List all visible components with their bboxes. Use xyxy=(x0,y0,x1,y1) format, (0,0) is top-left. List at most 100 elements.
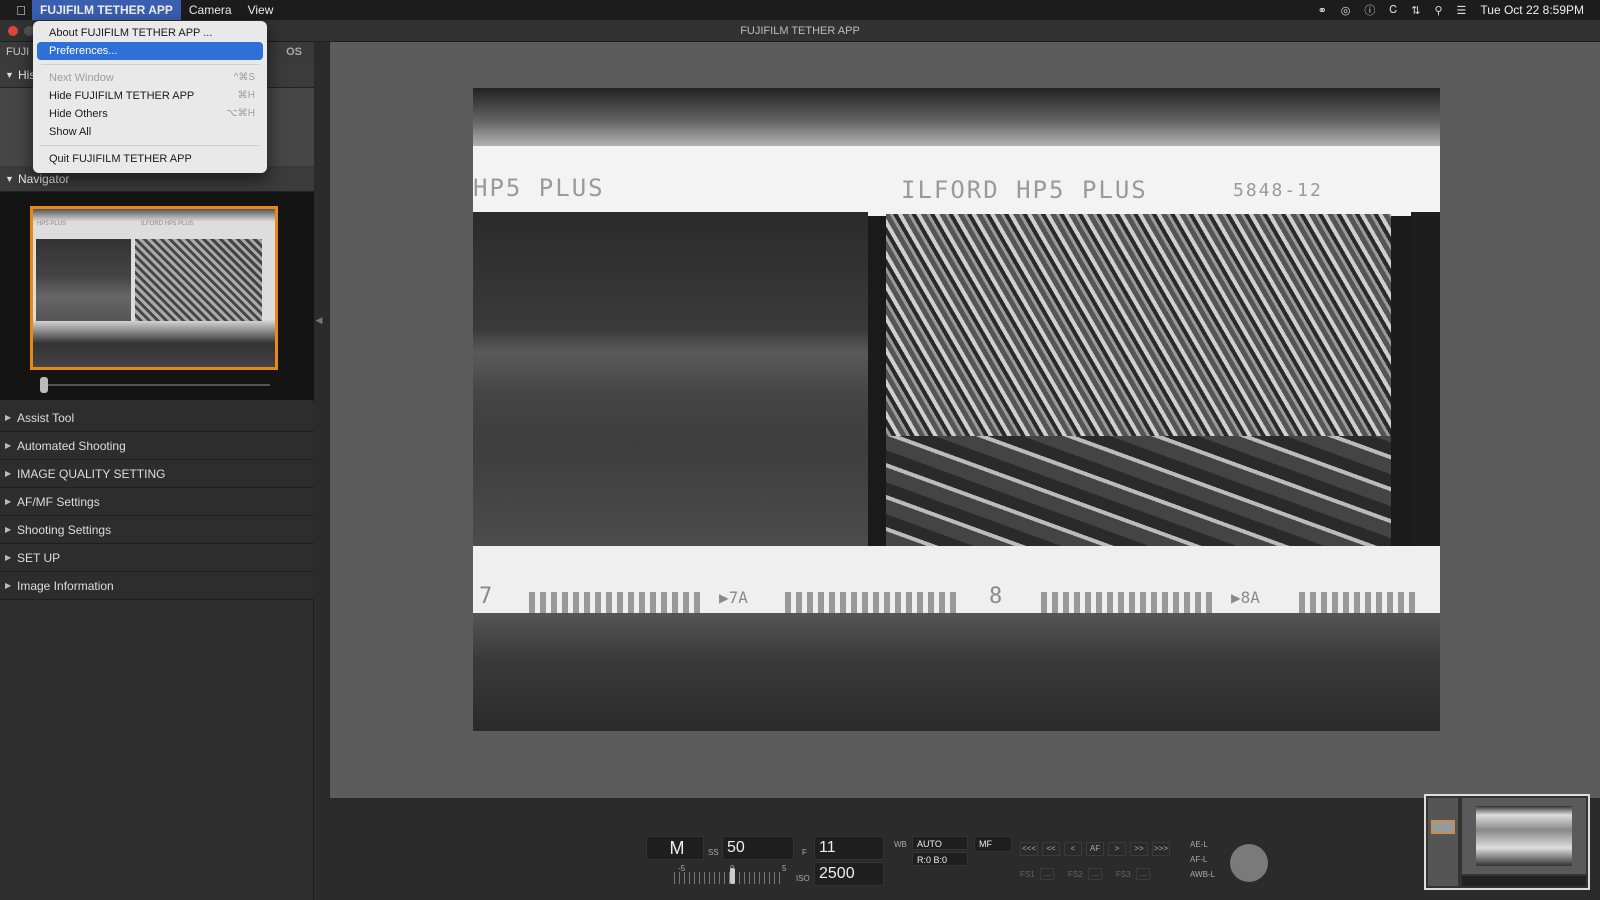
wb-shift-field[interactable]: R:0 B:0 xyxy=(912,852,968,866)
window-title: FUJIFILM TETHER APP xyxy=(740,25,860,37)
link-icon[interactable]: ⚭ xyxy=(1318,4,1327,17)
edge-number: ▶7A xyxy=(719,588,748,607)
frame-right-rocks xyxy=(886,436,1391,546)
frame-right-trees xyxy=(886,214,1391,546)
panel-af-mf-settings[interactable]: ▶ AF/MF Settings xyxy=(0,488,314,516)
cast-icon[interactable]: ◎ xyxy=(1341,4,1351,17)
search-icon[interactable]: ⚲ xyxy=(1434,4,1442,17)
menu-separator xyxy=(41,64,259,65)
exposure-mode[interactable]: M xyxy=(646,836,704,860)
window-thumbnail[interactable] xyxy=(1424,794,1590,890)
zoom-slider-thumb[interactable] xyxy=(40,377,48,393)
menu-next-window[interactable]: Next Window ^⌘S xyxy=(37,69,263,87)
panel-label: Image Information xyxy=(17,579,114,593)
focus-near-2-button[interactable]: << xyxy=(1042,842,1060,856)
camera-controls: M SS 50 F 11 ISO 2500 -5 0 5 WB AUTO R:0… xyxy=(644,836,1268,890)
sidebar-collapse-icon[interactable]: ◀ xyxy=(314,300,324,340)
shutter-speed-field[interactable]: 50 xyxy=(722,836,794,860)
thumbnail-navigator xyxy=(1431,820,1455,834)
logo-left: FUJI xyxy=(6,46,30,58)
menu-item-label: Quit FUJIFILM TETHER APP xyxy=(49,153,192,165)
disclosure-closed-icon: ▶ xyxy=(5,525,12,534)
film-edge-top xyxy=(473,88,1440,150)
disclosure-closed-icon: ▶ xyxy=(5,497,12,506)
film-code: 5848-12 xyxy=(1233,180,1323,201)
ae-lock-button[interactable]: AE-L xyxy=(1190,840,1208,849)
focus-far-1-button[interactable]: > xyxy=(1108,842,1126,856)
film-edge-bottom xyxy=(473,613,1440,731)
aperture-field[interactable]: 11 xyxy=(814,836,884,860)
iso-field[interactable]: 2500 xyxy=(814,862,884,886)
thumbnail-photo xyxy=(1476,806,1572,866)
navigator-caption-right: ILFORD HP5 PLUS xyxy=(141,221,194,227)
menu-item-label: Hide Others xyxy=(49,108,108,120)
edge-number: 7 xyxy=(479,584,493,609)
control-center-icon[interactable]: ☰ xyxy=(1457,4,1467,17)
ss-label: SS xyxy=(708,848,719,857)
app-menu-dropdown: About FUJIFILM TETHER APP ... Preference… xyxy=(33,21,267,173)
menu-hide-others[interactable]: Hide Others ⌥⌘H xyxy=(37,105,263,123)
focus-far-2-button[interactable]: >> xyxy=(1130,842,1148,856)
menu-quit[interactable]: Quit FUJIFILM TETHER APP xyxy=(37,150,263,168)
zoom-slider-track[interactable] xyxy=(44,384,270,386)
navigator-panel: HP5 PLUS ILFORD HP5 PLUS xyxy=(0,192,314,400)
clock[interactable]: Tue Oct 22 8:59PM xyxy=(1480,3,1584,17)
menu-item-label: Show All xyxy=(49,126,92,138)
panel-automated-shooting[interactable]: ▶ Automated Shooting xyxy=(0,432,314,460)
transfer-icon[interactable]: ⇅ xyxy=(1411,4,1420,17)
disclosure-closed-icon: ▶ xyxy=(5,413,12,422)
navigator-view-rect[interactable]: HP5 PLUS ILFORD HP5 PLUS xyxy=(30,206,278,370)
menu-show-all[interactable]: Show All xyxy=(37,123,263,141)
panel-assist-tool[interactable]: ▶ Assist Tool xyxy=(0,404,314,432)
disclosure-closed-icon: ▶ xyxy=(5,469,12,478)
ev-min-label: -5 xyxy=(678,864,686,873)
menu-preferences[interactable]: Preferences... xyxy=(37,42,263,60)
focus-near-3-button[interactable]: <<< xyxy=(1020,842,1038,856)
thumbnail-controls xyxy=(1462,876,1586,886)
wb-label: WB xyxy=(894,840,907,849)
menu-separator xyxy=(41,145,259,146)
panel-image-information[interactable]: ▶ Image Information xyxy=(0,572,314,600)
focus-mode-field[interactable]: MF xyxy=(974,836,1012,852)
panel-label: Shooting Settings xyxy=(17,523,112,537)
disclosure-closed-icon: ▶ xyxy=(5,553,12,562)
fs1-button[interactable]: ... xyxy=(1040,868,1054,880)
apple-icon[interactable]:  xyxy=(10,3,32,18)
menu-about[interactable]: About FUJIFILM TETHER APP ... xyxy=(37,24,263,42)
navigator-frame-right xyxy=(135,239,262,321)
panel-shooting-settings[interactable]: ▶ Shooting Settings xyxy=(0,516,314,544)
status-area: ⚭ ◎ ⓘ Ꮯ ⇅ ⚲ ☰ Tue Oct 22 8:59PM xyxy=(1318,2,1600,18)
panel-set-up[interactable]: ▶ SET UP xyxy=(0,544,314,572)
menu-camera[interactable]: Camera xyxy=(181,0,240,20)
af-lock-button[interactable]: AF-L xyxy=(1190,855,1207,864)
exposure-compensation-scale[interactable] xyxy=(674,872,784,884)
disclosure-open-icon: ▼ xyxy=(5,174,14,184)
panel-image-quality[interactable]: ▶ IMAGE QUALITY SETTING xyxy=(0,460,314,488)
awb-lock-button[interactable]: AWB-L xyxy=(1190,870,1215,879)
focus-far-3-button[interactable]: >>> xyxy=(1152,842,1170,856)
shutter-release-button[interactable] xyxy=(1230,844,1268,882)
disclosure-closed-icon: ▶ xyxy=(5,441,12,450)
fs3-button[interactable]: ... xyxy=(1136,868,1150,880)
thumbnail-viewer xyxy=(1462,798,1586,874)
bluetooth-icon[interactable]: Ꮯ xyxy=(1389,4,1397,17)
edge-number: 8 xyxy=(989,584,1003,609)
white-balance-field[interactable]: AUTO xyxy=(912,836,968,850)
preview-image[interactable]: HP5 PLUS ILFORD HP5 PLUS 5848-12 7 ▶7A 8… xyxy=(473,88,1440,731)
frame-left-sea xyxy=(473,212,868,547)
panel-label: Assist Tool xyxy=(17,411,75,425)
panel-label: SET UP xyxy=(17,551,61,565)
af-button[interactable]: AF xyxy=(1086,842,1104,856)
focus-near-1-button[interactable]: < xyxy=(1064,842,1082,856)
menu-view[interactable]: View xyxy=(240,0,282,20)
f-label: F xyxy=(802,848,807,857)
exposure-compensation-thumb[interactable] xyxy=(730,868,735,884)
fs1-label: FS1 xyxy=(1020,870,1035,879)
menu-hide-app[interactable]: Hide FUJIFILM TETHER APP ⌘H xyxy=(37,87,263,105)
app-menu[interactable]: FUJIFILM TETHER APP xyxy=(32,0,181,20)
fs2-button[interactable]: ... xyxy=(1088,868,1102,880)
help-icon[interactable]: ⓘ xyxy=(1364,2,1375,18)
close-window-button[interactable] xyxy=(8,26,18,36)
disclosure-open-icon: ▼ xyxy=(5,70,14,80)
fs3-label: FS3 xyxy=(1116,870,1131,879)
